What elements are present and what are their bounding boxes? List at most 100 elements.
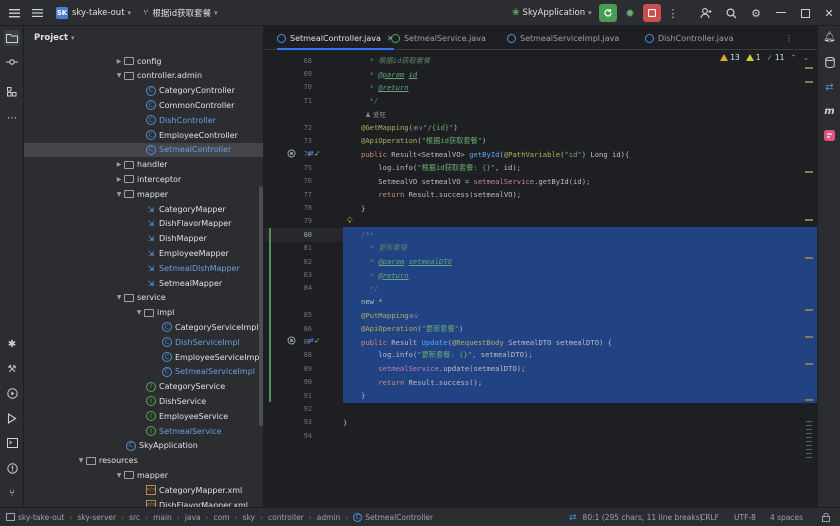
line-separator[interactable]: CRLF <box>700 508 719 526</box>
settings-gear-icon[interactable]: ⚙ <box>748 5 764 21</box>
tree-file-row[interactable]: I EmployeeService <box>24 409 263 423</box>
implemented-marker-icon[interactable] <box>287 149 296 160</box>
tree-file-row[interactable]: C CategoryController <box>24 84 263 98</box>
chevron-down-icon[interactable]: ▼ <box>134 309 144 316</box>
inspection-mark[interactable] <box>805 309 813 311</box>
file-encoding[interactable]: UTF-8 <box>734 508 756 526</box>
minimize-icon[interactable] <box>773 5 789 21</box>
inspection-mark[interactable] <box>805 171 813 173</box>
breadcrumb-item[interactable]: com <box>214 513 230 522</box>
project-scrollbar[interactable] <box>259 186 263 426</box>
vcs-branch-widget[interactable]: ⑂ 根据id获取套餐 ▾ <box>143 0 218 26</box>
chevron-right-icon[interactable]: ▶ <box>114 58 124 65</box>
tree-file-row[interactable]: ⇲ SetmealDishMapper <box>24 261 263 275</box>
inspection-mark[interactable] <box>805 67 813 69</box>
debug-icon[interactable]: ✹ <box>622 5 638 21</box>
inspection-mark[interactable] <box>805 219 813 221</box>
more-actions-icon[interactable]: ⋮ <box>665 5 681 21</box>
editor-tab[interactable]: DishController.java <box>645 26 734 50</box>
breadcrumb-item[interactable]: sky-take-out <box>18 513 64 522</box>
breadcrumb-item[interactable]: java <box>185 513 201 522</box>
breadcrumb-item[interactable]: src <box>129 513 140 522</box>
bug-icon[interactable]: ✱ <box>4 336 20 352</box>
editor-tab[interactable]: SetmealController.java ✕ <box>277 26 394 50</box>
chevron-down-icon[interactable]: ▼ <box>114 472 124 479</box>
chevron-down-icon[interactable]: ▼ <box>114 191 124 198</box>
tree-file-row[interactable]: I SetmealService <box>24 424 263 438</box>
chevron-up-icon[interactable]: ⌃ <box>790 53 796 62</box>
chevron-down-icon[interactable]: ▼ <box>114 72 124 79</box>
lock-icon[interactable] <box>822 508 830 526</box>
structure-icon[interactable] <box>4 84 20 100</box>
intention-bulb-icon[interactable]: 💡︎ <box>347 216 353 226</box>
endpoint-icon[interactable]: ⇄➶ <box>307 336 320 345</box>
tree-folder-row[interactable]: ▶ handler <box>24 158 263 172</box>
tree-folder-row[interactable]: ▼ mapper <box>24 187 263 201</box>
terminal-icon[interactable] <box>4 435 20 451</box>
tree-folder-row[interactable]: ▼ controller.admin <box>24 69 263 83</box>
breadcrumb-item[interactable]: admin <box>317 513 341 522</box>
tree-file-row[interactable]: C DishServiceImpl <box>24 335 263 349</box>
inspection-mark[interactable] <box>805 81 813 83</box>
tree-file-row[interactable]: </> DishFlavorMapper.xml <box>24 498 263 507</box>
breadcrumb-item[interactable]: sky <box>243 513 255 522</box>
close-icon[interactable]: ✕ <box>821 5 837 21</box>
m-plugin-icon[interactable]: m <box>822 104 837 119</box>
cursor-selection-info[interactable]: ⇄ 80:1 (295 chars, 11 line breaks) <box>569 508 703 526</box>
tree-file-row[interactable]: C CategoryServiceImpl <box>24 320 263 334</box>
notifications-bell-icon[interactable]: 🔔︎ <box>822 30 837 45</box>
project-panel-header[interactable]: Project ▾ <box>24 26 263 50</box>
main-menu-icon[interactable] <box>29 5 45 21</box>
tree-file-row[interactable]: ⇲ CategoryMapper <box>24 202 263 216</box>
endpoint-icon[interactable]: ⇄➶ <box>307 149 320 158</box>
tree-file-row[interactable]: I CategoryService <box>24 380 263 394</box>
tree-file-row[interactable]: I DishService <box>24 394 263 408</box>
search-icon[interactable] <box>723 5 739 21</box>
maven-icon[interactable]: ⇄ <box>822 80 837 95</box>
tree-file-row[interactable]: C CommonController <box>24 98 263 112</box>
tree-folder-row[interactable]: ▼ mapper <box>24 468 263 482</box>
indent-setting[interactable]: 4 spaces <box>770 508 803 526</box>
project-folder-icon[interactable] <box>4 30 20 46</box>
chevron-down-icon[interactable]: ▼ <box>114 294 124 301</box>
tree-file-row[interactable]: C SetmealController <box>24 142 263 157</box>
inspection-mark[interactable] <box>805 363 813 365</box>
more-tools-icon[interactable]: ⋯ <box>4 110 20 126</box>
inspection-mark[interactable] <box>805 399 813 401</box>
tree-file-row[interactable]: ⇲ DishFlavorMapper <box>24 217 263 231</box>
database-icon[interactable] <box>822 55 837 70</box>
tree-folder-row[interactable]: ▶ interceptor <box>24 172 263 186</box>
breadcrumb-item[interactable]: sky-server <box>77 513 116 522</box>
run-icon[interactable] <box>4 410 20 426</box>
breadcrumb-item[interactable]: main <box>153 513 172 522</box>
chevron-down-icon[interactable]: ▼ <box>76 457 86 464</box>
chevron-right-icon[interactable]: ▶ <box>114 161 124 168</box>
git-icon[interactable]: ⑂ <box>4 485 20 501</box>
stop-button[interactable] <box>643 4 661 22</box>
tree-file-row[interactable]: C EmployeeController <box>24 128 263 142</box>
maximize-icon[interactable] <box>797 5 813 21</box>
tree-folder-row[interactable]: ▶ config <box>24 54 263 68</box>
problems-icon[interactable] <box>4 460 20 476</box>
tree-file-row[interactable]: ⇲ EmployeeMapper <box>24 246 263 260</box>
ai-assistant-icon[interactable] <box>822 128 837 143</box>
tree-file-row[interactable]: ⇲ DishMapper <box>24 232 263 246</box>
inspection-mark[interactable] <box>805 257 813 259</box>
rerun-button[interactable] <box>599 4 617 22</box>
more-tabs-icon[interactable]: ⋮ <box>785 26 793 50</box>
inspection-widget[interactable]: 13 1 ✓ 11 ⌃ ⌄ <box>720 53 809 62</box>
tree-folder-row[interactable]: ▼ service <box>24 291 263 305</box>
tree-folder-row[interactable]: ▼ resources <box>24 454 263 468</box>
tree-file-row[interactable]: C SetmealServiceImpl <box>24 365 263 379</box>
commit-icon[interactable] <box>4 54 20 70</box>
chevron-right-icon[interactable]: ▶ <box>114 176 124 183</box>
breadcrumb-item[interactable]: SetmealController <box>365 513 433 522</box>
tree-file-row[interactable]: C EmployeeServiceImpl <box>24 350 263 364</box>
project-switcher[interactable]: SK sky-take-out ▾ <box>56 0 131 26</box>
code-editor[interactable]: 13 1 ✓ 11 ⌃ ⌄ 68 * 根据id获取套餐 69 * @param id… <box>265 51 817 507</box>
hamburger-menu-icon[interactable] <box>6 5 22 21</box>
add-user-icon[interactable] <box>698 5 714 21</box>
implemented-marker-icon[interactable] <box>287 336 296 347</box>
tree-file-row[interactable]: C DishController <box>24 113 263 127</box>
run-config-selector[interactable]: ❀ SkyApplication ▾ <box>512 0 592 26</box>
